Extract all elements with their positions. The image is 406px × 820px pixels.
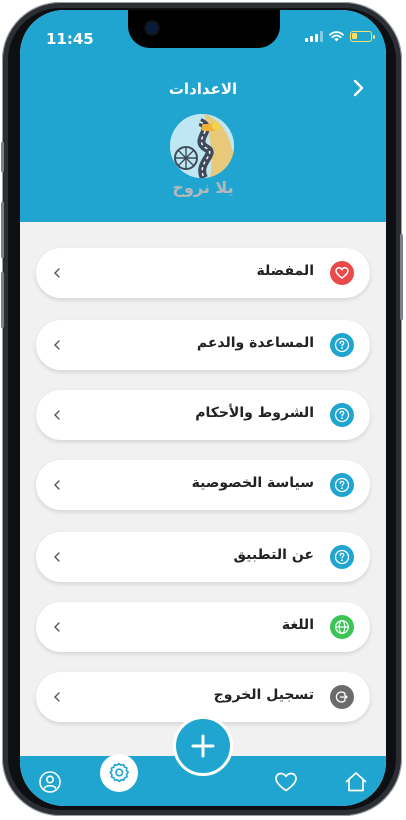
home-icon[interactable] xyxy=(344,770,368,794)
menu-item-label: عن التطبيق xyxy=(233,547,315,563)
logout-icon xyxy=(330,685,354,709)
menu-item-terms[interactable]: الشروط والأحكام xyxy=(36,390,370,440)
status-bar: 11:45 xyxy=(20,10,386,50)
menu-item-label: المفضلة xyxy=(256,263,314,279)
volume-up-button xyxy=(1,202,4,258)
heart-icon xyxy=(330,261,354,285)
chevron-left-icon xyxy=(54,480,60,490)
chevron-left-icon xyxy=(54,340,60,350)
status-icons xyxy=(305,31,375,42)
chevron-left-icon xyxy=(54,268,60,278)
menu-item-language[interactable]: اللغة xyxy=(36,602,370,652)
mute-switch xyxy=(1,142,4,172)
logo-text: يلا نروح xyxy=(172,178,234,197)
chevron-left-icon xyxy=(54,410,60,420)
menu-item-label: تسجيل الخروج xyxy=(213,687,314,703)
power-button xyxy=(400,234,403,320)
app-logo xyxy=(170,114,234,178)
menu-item-privacy-policy[interactable]: سياسة الخصوصية xyxy=(36,460,370,510)
menu-item-about[interactable]: عن التطبيق xyxy=(36,532,370,582)
chevron-left-icon xyxy=(54,622,60,632)
help-icon xyxy=(330,545,354,569)
header: 11:45 الاعدادات يلا نروح xyxy=(20,10,386,222)
front-camera xyxy=(146,22,158,34)
logo-graphic xyxy=(170,114,234,178)
help-icon xyxy=(330,403,354,427)
menu-item-label: المساعدة والدعم xyxy=(196,335,314,351)
menu-item-help-support[interactable]: المساعدة والدعم xyxy=(36,320,370,370)
heart-icon[interactable] xyxy=(274,770,298,794)
status-time: 11:45 xyxy=(46,30,94,48)
battery-icon xyxy=(350,31,375,42)
cellular-signal-icon xyxy=(305,31,323,42)
nav-settings-active[interactable] xyxy=(100,754,138,792)
app-screen: 11:45 الاعدادات يلا نروح المفضلة المساعد… xyxy=(20,10,386,806)
menu-item-label: الشروط والأحكام xyxy=(195,405,314,421)
menu-item-label: سياسة الخصوصية xyxy=(191,475,314,491)
page-title: الاعدادات xyxy=(168,80,238,98)
help-icon xyxy=(330,333,354,357)
volume-down-button xyxy=(1,272,4,328)
settings-icon xyxy=(109,762,129,783)
menu-item-label: اللغة xyxy=(281,617,314,633)
chevron-left-icon xyxy=(54,552,60,562)
profile-icon[interactable] xyxy=(38,770,62,794)
wifi-icon xyxy=(329,31,344,42)
chevron-right-icon[interactable] xyxy=(348,78,368,98)
menu-item-favorites[interactable]: المفضلة xyxy=(36,248,370,298)
menu-item-logout[interactable]: تسجيل الخروج xyxy=(36,672,370,722)
add-icon xyxy=(191,734,215,758)
globe-icon xyxy=(330,615,354,639)
help-icon xyxy=(330,473,354,497)
chevron-left-icon xyxy=(54,692,60,702)
add-button[interactable] xyxy=(173,716,233,776)
